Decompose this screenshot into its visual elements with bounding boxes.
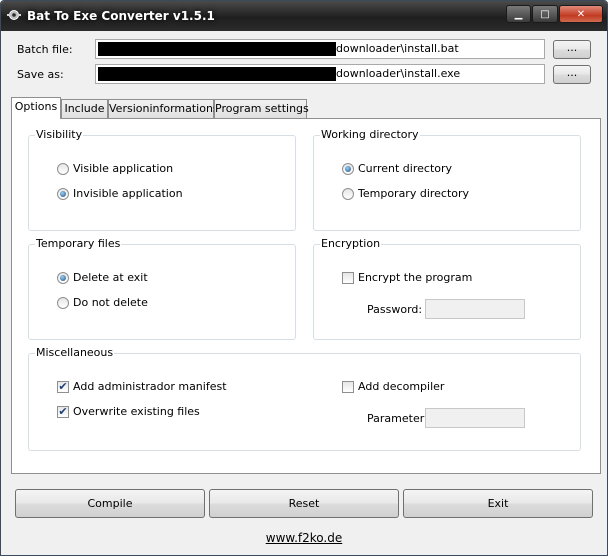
save-as-value: downloader\install.exe [336,67,461,80]
decompiler-label[interactable]: Add decompiler [358,380,444,393]
encrypt-program-checkbox[interactable] [342,272,354,284]
exit-button[interactable]: Exit [403,489,593,518]
compile-button[interactable]: Compile [15,489,205,518]
tab-include[interactable]: Include [61,99,108,118]
tab-options[interactable]: Options [11,97,61,119]
redacted-path [98,67,336,81]
overwrite-files-label[interactable]: Overwrite existing files [73,405,200,418]
encryption-title: Encryption [320,237,382,250]
options-panel: Visibility Visible application Invisible… [11,118,601,474]
batch-file-input[interactable]: downloader\install.bat [95,39,545,59]
main-window: Bat To Exe Converter v1.5.1 ▁ □ ✕ Batch … [0,0,608,556]
tab-versioninformations[interactable]: Versioninformations [108,99,219,118]
miscellaneous-group: Miscellaneous ✔ Add administrador manife… [28,346,581,451]
password-input[interactable] [425,299,525,319]
temporary-directory-label[interactable]: Temporary directory [358,187,469,200]
batch-file-browse-button[interactable]: ... [553,40,591,59]
batch-file-value: downloader\install.bat [336,42,459,55]
delete-at-exit-radio[interactable] [57,272,69,284]
window-title: Bat To Exe Converter v1.5.1 [27,9,215,23]
invisible-application-radio[interactable] [57,188,69,200]
working-directory-group: Working directory Current directory Temp… [313,128,581,231]
working-directory-title: Working directory [320,128,420,141]
save-as-browse-button[interactable]: ... [553,65,591,84]
temporary-files-group: Temporary files Delete at exit Do not de… [28,237,296,340]
encrypt-program-label[interactable]: Encrypt the program [358,271,472,284]
do-not-delete-radio[interactable] [57,297,69,309]
overwrite-files-checkbox[interactable]: ✔ [57,406,69,418]
visible-application-label[interactable]: Visible application [73,162,173,175]
miscellaneous-title: Miscellaneous [35,346,115,359]
current-directory-radio[interactable] [342,163,354,175]
temporary-files-title: Temporary files [35,237,122,250]
admin-manifest-checkbox[interactable]: ✔ [57,381,69,393]
admin-manifest-label[interactable]: Add administrador manifest [73,380,227,393]
reset-button[interactable]: Reset [209,489,399,518]
delete-at-exit-label[interactable]: Delete at exit [73,271,148,284]
save-as-input[interactable]: downloader\install.exe [95,64,545,84]
encryption-group: Encryption Encrypt the program Password: [313,237,581,340]
minimize-button[interactable]: ▁ [506,5,531,23]
close-button[interactable]: ✕ [559,5,603,23]
app-gear-icon [7,10,21,20]
redacted-path [98,42,336,56]
temporary-directory-radio[interactable] [342,188,354,200]
parameter-input[interactable] [425,408,525,428]
parameter-label: Parameter: [367,412,428,425]
decompiler-checkbox[interactable] [342,381,354,393]
visibility-group: Visibility Visible application Invisible… [28,128,296,231]
maximize-button[interactable]: □ [532,5,558,23]
tab-program-settings[interactable]: Program settings [214,99,309,118]
visibility-title: Visibility [35,128,84,141]
current-directory-label[interactable]: Current directory [358,162,452,175]
save-as-label: Save as: [17,68,64,81]
website-link[interactable]: www.f2ko.de [7,531,601,545]
visible-application-radio[interactable] [57,163,69,175]
title-bar[interactable]: Bat To Exe Converter v1.5.1 ▁ □ ✕ [1,1,607,31]
password-label: Password: [367,303,423,316]
client-area: Batch file: downloader\install.bat ... S… [7,31,601,549]
invisible-application-label[interactable]: Invisible application [73,187,183,200]
batch-file-label: Batch file: [17,43,73,56]
do-not-delete-label[interactable]: Do not delete [73,296,148,309]
